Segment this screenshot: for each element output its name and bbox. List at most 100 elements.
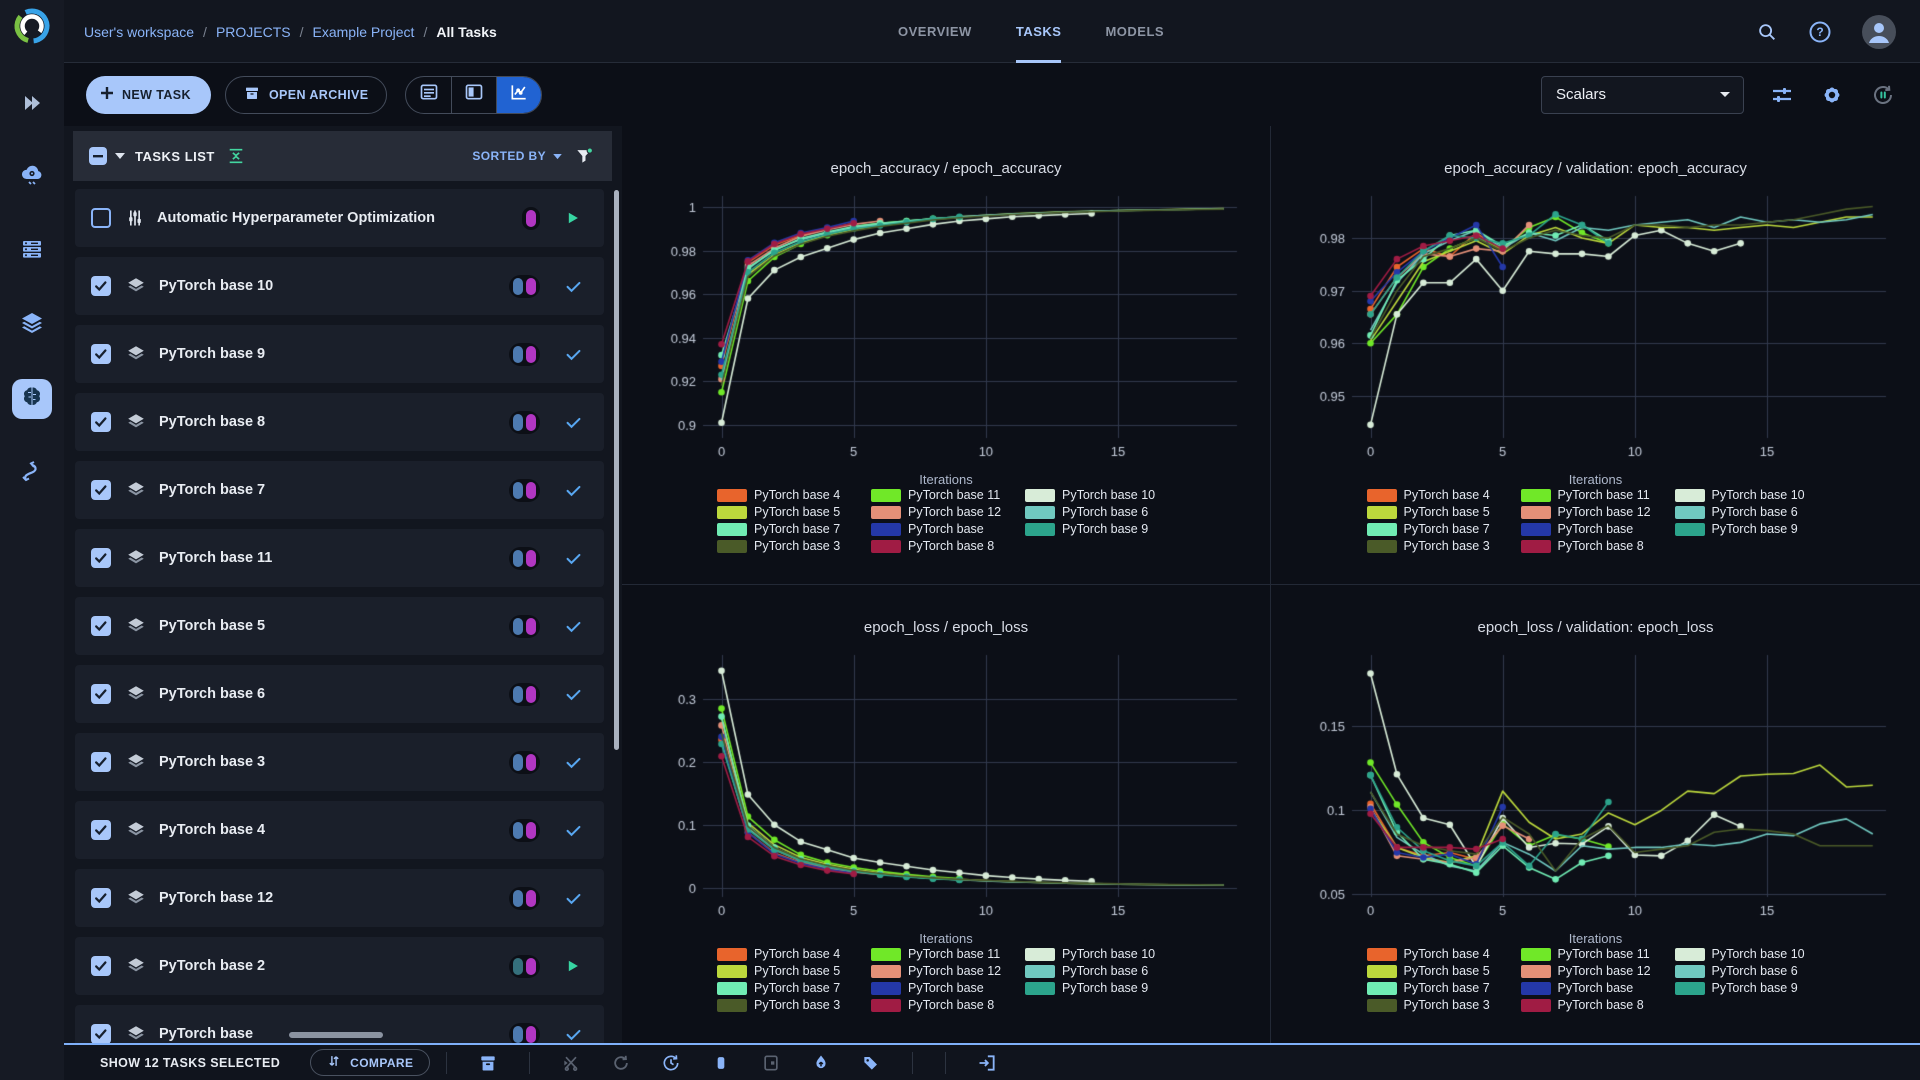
legend-item[interactable]: PyTorch base 8 <box>871 998 1021 1012</box>
legend-item[interactable]: PyTorch base 9 <box>1674 522 1825 536</box>
task-row[interactable]: PyTorch base 6 <box>75 665 604 723</box>
breadcrumb-item[interactable]: All Tasks <box>436 24 496 40</box>
legend-item[interactable]: PyTorch base 9 <box>1025 981 1175 995</box>
legend-item[interactable]: PyTorch base 4 <box>1366 488 1517 502</box>
task-row[interactable]: PyTorch base 3 <box>75 733 604 791</box>
new-task-button[interactable]: NEW TASK <box>86 75 211 114</box>
table-view-button[interactable] <box>406 77 451 113</box>
select-all-checkbox[interactable] <box>89 147 107 165</box>
legend-item[interactable]: PyTorch base <box>871 981 1021 995</box>
task-row[interactable]: PyTorch base 7 <box>75 461 604 519</box>
move-to-project-icon[interactable] <box>976 1052 998 1074</box>
breadcrumb-item[interactable]: PROJECTS <box>216 24 291 40</box>
legend-item[interactable]: PyTorch base 7 <box>717 981 867 995</box>
metric-type-select[interactable]: Scalars <box>1541 75 1744 114</box>
legend-item[interactable]: PyTorch base 8 <box>871 539 1021 553</box>
task-row[interactable]: PyTorch base 10 <box>75 257 604 315</box>
tune-icon[interactable] <box>1770 83 1794 107</box>
legend-item[interactable]: PyTorch base 6 <box>1674 505 1825 519</box>
legend-item[interactable]: PyTorch base 10 <box>1674 947 1825 961</box>
chart-view-button[interactable] <box>496 76 542 113</box>
publish-icon[interactable] <box>810 1052 832 1074</box>
legend-item[interactable]: PyTorch base 11 <box>1520 947 1671 961</box>
task-checkbox[interactable] <box>91 412 111 432</box>
filter-icon[interactable] <box>574 146 594 166</box>
legend-item[interactable]: PyTorch base 9 <box>1674 981 1825 995</box>
legend-item[interactable]: PyTorch base 11 <box>871 947 1021 961</box>
enqueue-icon[interactable] <box>660 1052 682 1074</box>
task-row[interactable]: PyTorch base 11 <box>75 529 604 587</box>
select-all-caret-icon[interactable] <box>115 152 125 160</box>
vertical-scrollbar[interactable] <box>614 190 619 750</box>
chart-plot[interactable] <box>1288 188 1900 464</box>
legend-item[interactable]: PyTorch base 5 <box>717 964 867 978</box>
task-row[interactable]: PyTorch base 8 <box>75 393 604 451</box>
breadcrumb-item[interactable]: Example Project <box>313 24 415 40</box>
sidebar-item-projects[interactable] <box>12 83 52 123</box>
legend-item[interactable]: PyTorch base 6 <box>1674 964 1825 978</box>
chart-plot[interactable] <box>639 188 1251 464</box>
legend-item[interactable]: PyTorch base 5 <box>1366 505 1517 519</box>
legend-item[interactable]: PyTorch base <box>1520 981 1671 995</box>
horizontal-scrollbar[interactable] <box>289 1032 383 1038</box>
legend-item[interactable]: PyTorch base 4 <box>717 947 867 961</box>
task-checkbox[interactable] <box>91 956 111 976</box>
task-checkbox[interactable] <box>91 276 111 296</box>
legend-item[interactable]: PyTorch base 3 <box>1366 539 1517 553</box>
task-checkbox[interactable] <box>91 548 111 568</box>
avatar[interactable] <box>1862 14 1896 49</box>
legend-item[interactable]: PyTorch base 11 <box>1520 488 1671 502</box>
legend-item[interactable]: PyTorch base 8 <box>1520 539 1671 553</box>
task-checkbox[interactable] <box>91 684 111 704</box>
legend-item[interactable]: PyTorch base 8 <box>1520 998 1671 1012</box>
legend-item[interactable]: PyTorch base 9 <box>1025 522 1175 536</box>
legend-item[interactable]: PyTorch base 3 <box>717 539 867 553</box>
legend-item[interactable]: PyTorch base 6 <box>1025 505 1175 519</box>
tags-icon[interactable] <box>860 1052 882 1074</box>
legend-item[interactable]: PyTorch base 7 <box>1366 522 1517 536</box>
archive-icon[interactable] <box>477 1052 499 1074</box>
open-archive-button[interactable]: OPEN ARCHIVE <box>224 75 388 114</box>
collapse-rows-icon[interactable] <box>227 147 245 165</box>
legend-item[interactable]: PyTorch base 12 <box>1520 964 1671 978</box>
legend-item[interactable]: PyTorch base 6 <box>1025 964 1175 978</box>
tab-models[interactable]: MODELS <box>1105 0 1164 63</box>
selected-count-label[interactable]: SHOW 12 TASKS SELECTED <box>100 1056 280 1070</box>
help-icon[interactable]: ? <box>1808 20 1832 44</box>
tab-tasks[interactable]: TASKS <box>1015 0 1062 63</box>
task-checkbox[interactable] <box>91 480 111 500</box>
legend-item[interactable]: PyTorch base <box>1520 522 1671 536</box>
legend-item[interactable]: PyTorch base 12 <box>1520 505 1671 519</box>
legend-item[interactable]: PyTorch base 3 <box>717 998 867 1012</box>
task-checkbox[interactable] <box>91 616 111 636</box>
task-row[interactable]: PyTorch base 12 <box>75 869 604 927</box>
task-checkbox[interactable] <box>91 752 111 772</box>
legend-item[interactable]: PyTorch base 12 <box>871 964 1021 978</box>
legend-item[interactable]: PyTorch base 3 <box>1366 998 1517 1012</box>
sidebar-item-datasets[interactable] <box>12 305 52 345</box>
legend-item[interactable]: PyTorch base 5 <box>1366 964 1517 978</box>
sidebar-item-workers-queues[interactable] <box>12 231 52 271</box>
compare-button[interactable]: COMPARE <box>310 1049 431 1076</box>
legend-item[interactable]: PyTorch base 4 <box>717 488 867 502</box>
legend-item[interactable]: PyTorch base 7 <box>717 522 867 536</box>
task-row[interactable]: PyTorch base 9 <box>75 325 604 383</box>
chart-plot[interactable] <box>639 647 1251 923</box>
legend-item[interactable]: PyTorch base 4 <box>1366 947 1517 961</box>
auto-refresh-icon[interactable] <box>1870 82 1896 108</box>
task-checkbox[interactable] <box>91 820 111 840</box>
legend-item[interactable]: PyTorch base 10 <box>1025 947 1175 961</box>
legend-item[interactable]: PyTorch base 10 <box>1025 488 1175 502</box>
stop-icon[interactable] <box>710 1052 732 1074</box>
task-row[interactable]: PyTorch base 5 <box>75 597 604 655</box>
legend-item[interactable]: PyTorch base 5 <box>717 505 867 519</box>
sidebar-item-orchestration[interactable] <box>12 453 52 493</box>
legend-item[interactable]: PyTorch base 12 <box>871 505 1021 519</box>
breadcrumb-item[interactable]: User's workspace <box>84 24 194 40</box>
sidebar-item-applications[interactable] <box>12 379 52 419</box>
task-row[interactable]: PyTorch base 4 <box>75 801 604 859</box>
clearml-logo[interactable] <box>9 3 55 49</box>
task-row[interactable]: PyTorch base 2 <box>75 937 604 995</box>
legend-item[interactable]: PyTorch base <box>871 522 1021 536</box>
legend-item[interactable]: PyTorch base 11 <box>871 488 1021 502</box>
